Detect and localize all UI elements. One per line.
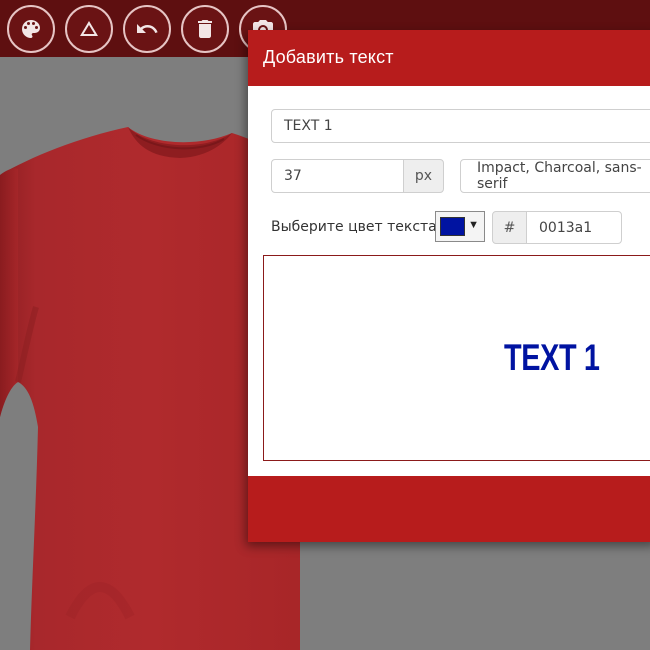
- text-color-label: Выберите цвет текста: [271, 219, 437, 235]
- text-preview-box: TEXT 1: [263, 255, 650, 461]
- caret-down-icon: ▼: [468, 219, 479, 231]
- color-swatch: [440, 217, 465, 236]
- font-size-input[interactable]: 37: [271, 159, 404, 193]
- trash-icon: [198, 20, 212, 38]
- font-size-unit: px: [403, 159, 444, 193]
- hex-prefix: #: [492, 211, 527, 244]
- undo-icon: [137, 24, 158, 33]
- delete-button[interactable]: [181, 5, 229, 53]
- preview-text: TEXT 1: [504, 337, 600, 378]
- text-input[interactable]: TEXT 1: [271, 109, 650, 143]
- palette-icon: [22, 20, 40, 38]
- text-color-picker[interactable]: ▼: [435, 211, 485, 242]
- add-text-dialog: Добавить текст TEXT 1 37 px Impact, Char…: [248, 30, 650, 542]
- dialog-header: Добавить текст: [248, 30, 650, 86]
- triangle-icon: [80, 21, 98, 36]
- dialog-title: Добавить текст: [263, 47, 394, 67]
- shape-button[interactable]: [65, 5, 113, 53]
- dialog-footer: [248, 476, 650, 542]
- hex-color-input[interactable]: 0013a1: [526, 211, 622, 244]
- font-family-select[interactable]: Impact, Charcoal, sans-serif: [460, 159, 650, 193]
- undo-button[interactable]: [123, 5, 171, 53]
- palette-button[interactable]: [7, 5, 55, 53]
